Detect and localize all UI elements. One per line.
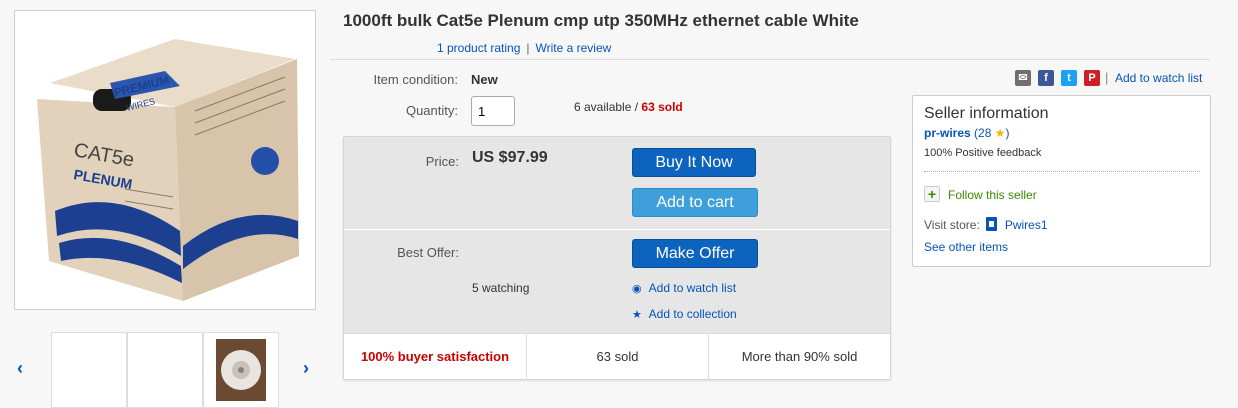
available-count: 6 available: [574, 100, 632, 114]
star-icon: ★: [632, 309, 642, 321]
facebook-icon[interactable]: f: [1038, 70, 1054, 86]
thumbnail-3[interactable]: [203, 332, 279, 408]
mail-icon[interactable]: ✉: [1015, 70, 1031, 86]
seller-information-panel: Seller information pr-wires (28 ★) 100% …: [912, 95, 1211, 267]
positive-feedback: 100% Positive feedback: [924, 147, 1042, 159]
rating-row: 1 product rating | Write a review: [437, 41, 611, 55]
visit-store-row: Visit store: Pwires1: [924, 217, 1048, 232]
follow-seller-link[interactable]: + Follow this seller: [924, 186, 1037, 202]
best-offer-label: Best Offer:: [397, 245, 459, 260]
seller-name-row: pr-wires (28 ★): [924, 126, 1010, 140]
cable-box-image: PREMIUM WIRES CAT5e PLENUM: [15, 11, 315, 309]
add-to-collection-label: Add to collection: [648, 307, 737, 321]
add-to-cart-button[interactable]: Add to cart: [632, 188, 758, 217]
buyer-satisfaction-stat: 100% buyer satisfaction: [360, 349, 510, 364]
buy-box-divider: [344, 229, 890, 230]
main-product-image[interactable]: PREMIUM WIRES CAT5e PLENUM: [14, 10, 316, 310]
buy-box: Price: US $97.99 Buy It Now Add to cart …: [343, 136, 891, 380]
sales-stats: 100% buyer satisfaction 63 sold More tha…: [344, 333, 890, 380]
thumbnail-strip: ‹ ›: [0, 330, 330, 408]
make-offer-button[interactable]: Make Offer: [632, 239, 758, 268]
listing-title: 1000ft bulk Cat5e Plenum cmp utp 350MHz …: [343, 11, 859, 30]
seller-divider: [924, 171, 1200, 172]
share-separator: |: [1105, 70, 1109, 85]
plus-icon: +: [924, 186, 940, 202]
availability-separator: /: [631, 100, 642, 114]
add-to-watch-list-label: Add to watch list: [648, 281, 737, 295]
title-divider: [330, 59, 1210, 60]
add-to-watch-list-link[interactable]: ◉ Add to watch list: [632, 281, 736, 295]
sold-stat: 63 sold: [526, 334, 708, 380]
seller-score-close: ): [1005, 126, 1010, 140]
price-label: Price:: [425, 154, 459, 169]
seller-name-link[interactable]: pr-wires: [924, 126, 971, 140]
chevron-right-icon[interactable]: ›: [296, 358, 316, 382]
percent-sold-stat: More than 90% sold: [708, 334, 890, 380]
store-name-link[interactable]: Pwires1: [1005, 218, 1048, 232]
follow-seller-label: Follow this seller: [948, 188, 1037, 202]
price-value: US $97.99: [472, 149, 548, 166]
quantity-input[interactable]: [471, 96, 515, 126]
add-to-collection-link[interactable]: ★ Add to collection: [632, 307, 737, 321]
buy-it-now-button[interactable]: Buy It Now: [632, 148, 756, 177]
seller-heading: Seller information: [924, 105, 1049, 122]
quantity-label: Quantity:: [405, 103, 458, 118]
thumbnail-2[interactable]: [127, 332, 203, 408]
see-other-items-link[interactable]: See other items: [924, 240, 1008, 254]
pinterest-icon[interactable]: P: [1084, 70, 1100, 86]
sold-count: 63 sold: [641, 100, 683, 114]
store-icon: [985, 217, 997, 231]
seller-feedback-score[interactable]: 28: [978, 126, 991, 140]
condition-label: Item condition:: [373, 72, 458, 87]
thumbnail-1[interactable]: [51, 332, 127, 408]
header-add-to-watch-list-link[interactable]: Add to watch list: [1115, 71, 1202, 85]
product-rating-link[interactable]: 1 product rating: [437, 41, 520, 55]
write-review-link[interactable]: Write a review: [536, 41, 612, 55]
availability: 6 available / 63 sold: [574, 100, 683, 114]
chevron-left-icon[interactable]: ‹: [10, 358, 30, 382]
watching-count: 5 watching: [472, 281, 530, 295]
eye-icon: ◉: [632, 283, 642, 295]
seller-star-icon: ★: [994, 126, 1006, 140]
cable-spool-thumbnail-image: [216, 339, 266, 401]
rating-separator: |: [526, 41, 530, 55]
seller-score-open: (: [970, 126, 979, 140]
condition-value: New: [471, 72, 498, 87]
twitter-icon[interactable]: t: [1061, 70, 1077, 86]
visit-store-label: Visit store:: [924, 218, 980, 232]
